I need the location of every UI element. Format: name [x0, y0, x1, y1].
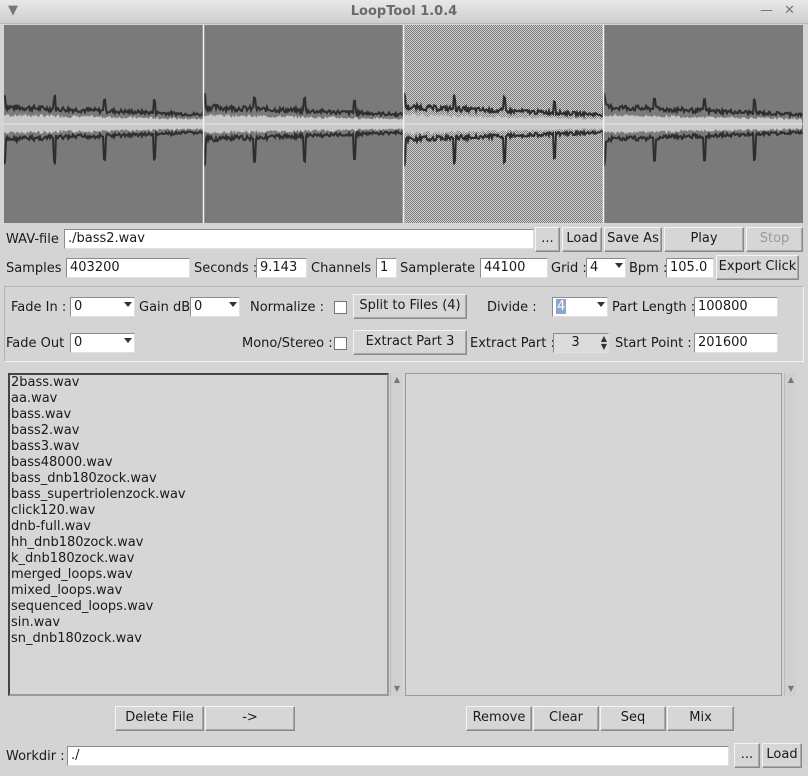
file-list-item[interactable]: bass3.wav	[10, 439, 387, 455]
samples-label: Samples :	[6, 261, 71, 276]
file-list-item[interactable]: aa.wav	[10, 391, 387, 407]
workdir-browse-button[interactable]: ...	[734, 743, 760, 768]
extract-part-spinner[interactable]: 3 ▲ ▼	[553, 333, 609, 353]
part-length-field[interactable]: 100800	[694, 297, 778, 317]
chevron-down-icon	[124, 338, 132, 343]
file-list[interactable]: 2bass.wav aa.wav bass.wav bass2.wav bass3.wa…	[8, 373, 389, 696]
fade-out-label: Fade Out :	[6, 336, 73, 351]
file-list-item[interactable]: sin.wav	[10, 615, 387, 631]
stop-button[interactable]: Stop	[746, 227, 803, 252]
remove-button[interactable]: Remove	[466, 706, 532, 731]
file-list-item[interactable]: 2bass.wav	[10, 375, 387, 391]
scroll-up-icon[interactable]: ▲	[786, 375, 796, 385]
samples-field[interactable]: 403200	[66, 258, 190, 278]
scroll-down-icon[interactable]: ▼	[786, 684, 796, 694]
add-to-sequence-button[interactable]: ->	[205, 706, 295, 731]
waveform-display[interactable]	[4, 25, 803, 223]
channels-label: Channels :	[311, 261, 380, 276]
mono-stereo-checkbox[interactable]	[334, 337, 347, 350]
bpm-field[interactable]: 105.0	[666, 258, 714, 278]
file-list-item[interactable]: bass48000.wav	[10, 455, 387, 471]
extract-part-value: 3	[571, 335, 580, 350]
mix-button[interactable]: Mix	[667, 706, 734, 731]
grid-label: Grid :	[551, 261, 587, 276]
gain-select[interactable]: 0	[190, 297, 240, 317]
seconds-field[interactable]: 9.143	[256, 258, 307, 278]
scroll-down-icon[interactable]: ▼	[392, 684, 402, 694]
workdir-input[interactable]: ./	[67, 746, 729, 766]
normalize-label: Normalize :	[250, 300, 324, 315]
seq-button[interactable]: Seq	[600, 706, 666, 731]
part-length-label: Part Length :	[612, 300, 696, 315]
wav-browse-button[interactable]: ...	[535, 227, 560, 252]
workdir-load-button[interactable]: Load	[762, 743, 802, 768]
divide-value: 4	[556, 299, 567, 314]
delete-file-button[interactable]: Delete File	[115, 706, 204, 731]
wav-file-input[interactable]: ./bass2.wav	[64, 229, 534, 249]
chevron-down-icon	[615, 263, 623, 268]
sequence-list[interactable]	[405, 373, 782, 696]
waveform-canvas[interactable]	[4, 25, 803, 223]
fade-out-value: 0	[74, 335, 83, 350]
fade-in-value: 0	[74, 299, 83, 314]
save-as-button[interactable]: Save As	[604, 227, 662, 252]
minimize-icon[interactable]: —	[760, 3, 773, 18]
samplerate-label: Samplerate :	[400, 261, 484, 276]
fade-out-select[interactable]: 0	[70, 333, 135, 353]
fade-in-label: Fade In :	[11, 300, 67, 315]
grid-value: 4	[590, 260, 599, 275]
file-list-item[interactable]: bass_dnb180zock.wav	[10, 471, 387, 487]
grid-select[interactable]: 4	[586, 258, 626, 278]
split-to-files-button[interactable]: Split to Files (4)	[353, 294, 467, 319]
start-point-label: Start Point :	[615, 336, 692, 351]
window-title: LoopTool 1.0.4	[350, 4, 458, 19]
gain-value: 0	[194, 299, 203, 314]
wav-file-label: WAV-file :	[6, 232, 68, 247]
mono-stereo-label: Mono/Stereo :	[242, 336, 333, 351]
scroll-up-icon[interactable]: ▲	[392, 375, 402, 385]
export-click-button[interactable]: Export Click	[716, 255, 799, 280]
play-button[interactable]: Play	[664, 227, 744, 252]
close-icon[interactable]: ✕	[784, 3, 795, 18]
file-list-item[interactable]: mixed_loops.wav	[10, 583, 387, 599]
chevron-down-icon	[229, 302, 237, 307]
samplerate-field[interactable]: 44100	[480, 258, 548, 278]
divide-select[interactable]: 4	[552, 297, 608, 317]
extract-part-button[interactable]: Extract Part 3	[353, 330, 467, 355]
fade-in-select[interactable]: 0	[70, 297, 135, 317]
file-list-item[interactable]: sn_dnb180zock.wav	[10, 631, 387, 647]
bpm-label: Bpm :	[629, 261, 668, 276]
seconds-label: Seconds :	[194, 261, 258, 276]
start-point-field[interactable]: 201600	[694, 333, 778, 353]
file-list-item[interactable]: bass2.wav	[10, 423, 387, 439]
workdir-label: Workdir :	[6, 749, 65, 764]
normalize-checkbox[interactable]	[334, 301, 347, 314]
clear-button[interactable]: Clear	[533, 706, 599, 731]
divide-label: Divide :	[487, 300, 537, 315]
extract-part-label: Extract Part :	[470, 336, 555, 351]
file-list-item[interactable]: bass_supertriolenzock.wav	[10, 487, 387, 503]
title-bar: ▼ LoopTool 1.0.4 — ✕	[0, 0, 808, 24]
spinner-arrows-icon[interactable]: ▲ ▼	[601, 335, 607, 351]
wav-load-button[interactable]: Load	[562, 227, 602, 252]
file-list-scrollbar[interactable]: ▲ ▼	[390, 373, 402, 696]
file-list-item[interactable]: bass.wav	[10, 407, 387, 423]
channels-field[interactable]: 1	[376, 258, 397, 278]
file-list-item[interactable]: click120.wav	[10, 503, 387, 519]
file-list-item[interactable]: sequenced_loops.wav	[10, 599, 387, 615]
sequence-list-scrollbar[interactable]: ▲ ▼	[784, 373, 796, 696]
chevron-down-icon	[124, 302, 132, 307]
file-list-item[interactable]: k_dnb180zock.wav	[10, 551, 387, 567]
file-list-item[interactable]: hh_dnb180zock.wav	[10, 535, 387, 551]
gain-label: Gain dB:	[139, 300, 195, 315]
file-list-item[interactable]: dnb-full.wav	[10, 519, 387, 535]
file-list-item[interactable]: merged_loops.wav	[10, 567, 387, 583]
chevron-down-icon	[597, 302, 605, 307]
